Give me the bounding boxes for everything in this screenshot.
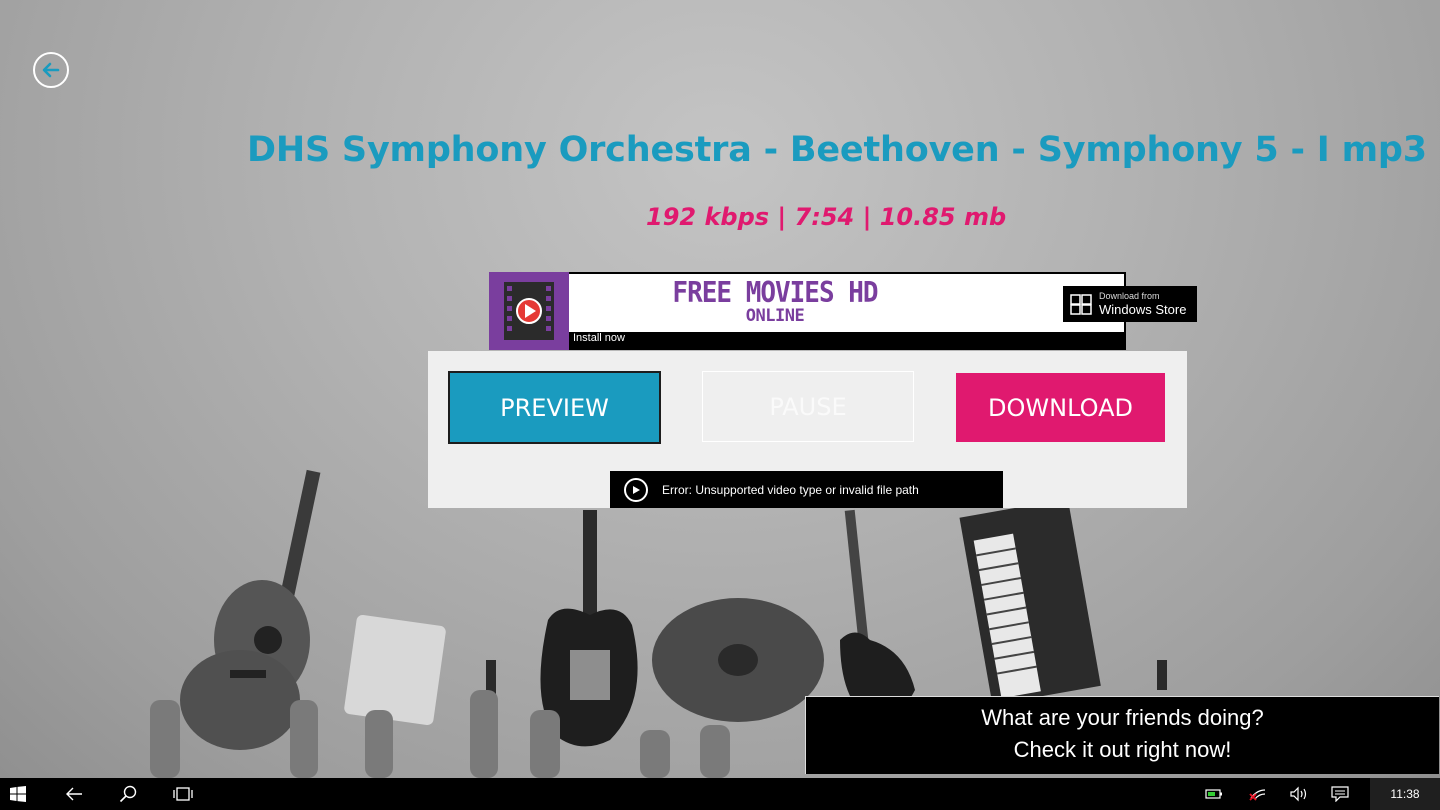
player-error-message: Error: Unsupported video type or invalid… (662, 482, 919, 497)
ad-banner-free-movies[interactable]: FREE MOVIES HD ONLINE Download from Wind… (489, 272, 1197, 350)
ad-title: FREE MOVIES HD (672, 276, 878, 310)
preview-button[interactable]: PREVIEW (448, 371, 661, 444)
song-meta: 192 kbps | 7:54 | 10.85 mb (646, 203, 1007, 231)
controls-panel: PREVIEW PAUSE DOWNLOAD Error: Unsupporte… (428, 351, 1187, 508)
taskbar: 11:38 (0, 778, 1440, 810)
song-title: DHS Symphony Orchestra - Beethoven - Sym… (247, 130, 1427, 170)
taskbar-clock[interactable]: 11:38 (1370, 778, 1440, 810)
media-player: Error: Unsupported video type or invalid… (610, 471, 1003, 508)
battery-icon[interactable] (1200, 778, 1228, 810)
ad-subtitle: ONLINE (745, 306, 805, 326)
arrow-left-icon (42, 62, 60, 78)
film-play-icon (489, 272, 569, 350)
start-windows-icon[interactable] (0, 778, 36, 810)
task-view-icon[interactable] (165, 778, 201, 810)
back-arrow-icon[interactable] (56, 778, 92, 810)
network-disconnected-icon[interactable] (1243, 778, 1271, 810)
volume-icon[interactable] (1285, 778, 1313, 810)
play-icon[interactable] (624, 477, 648, 502)
friends-ad-line1: What are your friends doing? (981, 705, 1264, 730)
friends-ad-line2: Check it out right now! (1013, 737, 1232, 762)
search-icon[interactable] (110, 778, 146, 810)
friends-ad-banner[interactable]: What are your friends doing? Check it ou… (805, 696, 1439, 774)
pause-button[interactable]: PAUSE (702, 371, 914, 442)
windows-store-badge[interactable]: Download from Windows Store (1063, 286, 1197, 322)
download-button[interactable]: DOWNLOAD (956, 373, 1165, 442)
action-center-icon[interactable] (1326, 778, 1354, 810)
windows-logo-icon (1070, 294, 1092, 315)
back-button[interactable] (33, 52, 69, 88)
store-small-text: Download from (1099, 291, 1160, 301)
store-big-text: Windows Store (1099, 302, 1187, 317)
ad-install-link[interactable]: Install now (573, 332, 625, 344)
